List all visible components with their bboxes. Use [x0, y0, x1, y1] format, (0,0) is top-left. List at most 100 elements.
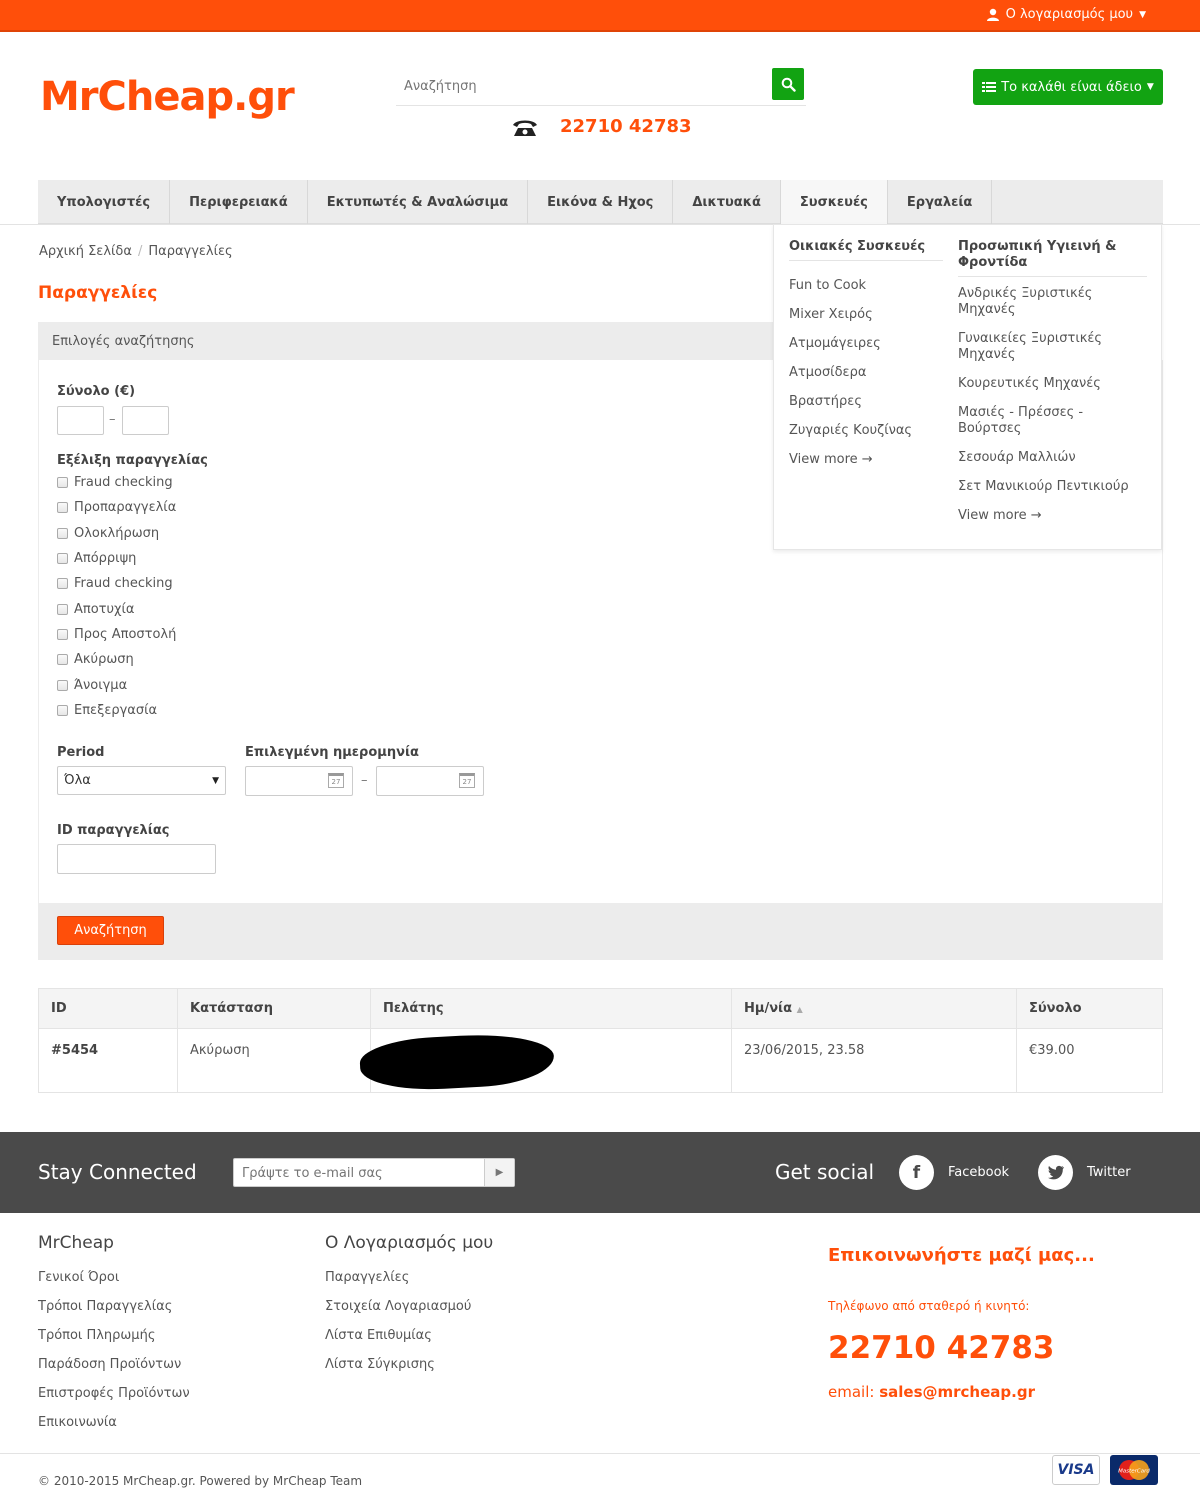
twitter-link[interactable]: Twitter — [1038, 1155, 1131, 1190]
column-header-date[interactable]: Ημ/νία ▲ — [731, 988, 1017, 1029]
checkbox[interactable] — [57, 705, 68, 716]
footer-link[interactable]: Στοιχεία Λογαριασμού — [325, 1299, 471, 1314]
search-options-header[interactable]: Επιλογές αναζήτησης — [38, 322, 774, 360]
table-header-row: ID Κατάσταση Πελάτης Ημ/νία ▲ Σύνολο — [38, 988, 1163, 1029]
footer-link[interactable]: Παράδοση Προϊόντων — [38, 1357, 181, 1372]
view-more-link[interactable]: View more → — [958, 508, 1147, 524]
column-header-total[interactable]: Σύνολο — [1016, 988, 1163, 1029]
column-header-id[interactable]: ID — [38, 988, 178, 1029]
nav-item-networking[interactable]: Δικτυακά — [673, 180, 781, 224]
table-row[interactable]: #5454 Ακύρωση 23/06/2015, 23.58 €39.00 — [38, 1028, 1163, 1093]
dropdown-heading[interactable]: Προσωπική Υγιεινή & Φροντίδα — [958, 239, 1147, 277]
dropdown-link[interactable]: Κουρευτικές Μηχανές — [958, 376, 1147, 392]
contact-email-link[interactable]: sales@mrcheap.gr — [879, 1383, 1035, 1401]
column-header-customer[interactable]: Πελάτης — [370, 988, 732, 1029]
dropdown-link[interactable]: Βραστήρες — [789, 394, 862, 410]
status-option-label: Fraud checking — [74, 475, 173, 490]
checkbox[interactable] — [57, 680, 68, 691]
dropdown-link[interactable]: Ζυγαριές Κουζίνας — [789, 423, 912, 439]
footer-link[interactable]: Επικοινωνία — [38, 1415, 117, 1430]
view-more-link[interactable]: View more → — [789, 452, 873, 468]
user-icon — [986, 8, 999, 21]
dropdown-link[interactable]: Σεσουάρ Μαλλιών — [958, 450, 1147, 466]
dropdown-link[interactable]: Ανδρικές Ξυριστικές Μηχανές — [958, 286, 1118, 318]
checkbox[interactable] — [57, 654, 68, 665]
stay-connected-title: Stay Connected — [38, 1160, 197, 1184]
total-max-input[interactable] — [122, 406, 169, 435]
dropdown-link[interactable]: Ατμοσίδερα — [789, 365, 866, 381]
dropdown-link[interactable]: Σετ Μανικιούρ Πεντικιούρ — [958, 479, 1147, 495]
account-menu[interactable]: Ο λογαριασμός μου ▼ — [986, 7, 1146, 22]
status-option[interactable]: Απόρριψη — [57, 551, 136, 566]
dropdown-heading[interactable]: Οικιακές Συσκευές — [789, 239, 943, 261]
nav-item-tools[interactable]: Εργαλεία — [888, 180, 993, 224]
footer-link[interactable]: Επιστροφές Προϊόντων — [38, 1386, 190, 1401]
order-id-cell[interactable]: #5454 — [38, 1028, 178, 1093]
status-option[interactable]: Ολοκλήρωση — [57, 526, 159, 541]
order-id-input[interactable] — [57, 844, 216, 874]
checkbox[interactable] — [57, 553, 68, 564]
dropdown-link[interactable]: Ατμομάγειρες — [789, 336, 881, 352]
search-submit-button[interactable]: Αναζήτηση — [57, 916, 164, 945]
breadcrumb-home[interactable]: Αρχική Σελίδα — [39, 244, 132, 259]
checkbox[interactable] — [57, 578, 68, 589]
total-min-input[interactable] — [57, 406, 104, 435]
dropdown-link[interactable]: Mixer Χειρός — [789, 307, 873, 323]
status-option-label: Προπαραγγελία — [74, 500, 177, 515]
page-title: Παραγγελίες — [38, 283, 158, 303]
nav-item-image-sound[interactable]: Εικόνα & Ηχος — [528, 180, 674, 224]
search-bar — [396, 68, 806, 106]
status-option[interactable]: Προπαραγγελία — [57, 500, 176, 515]
date-from-input[interactable]: 27 — [245, 766, 353, 796]
period-select[interactable]: Όλα ▼ — [57, 766, 226, 795]
order-status-label: Εξέλιξη παραγγελίας — [57, 453, 208, 468]
date-to-input[interactable]: 27 — [376, 766, 484, 796]
dropdown-link[interactable]: Μασιές - Πρέσσες - Βούρτσες — [958, 405, 1118, 437]
status-option[interactable]: Προς Αποστολή — [57, 627, 176, 642]
status-option[interactable]: Fraud checking — [57, 576, 173, 591]
breadcrumb-separator: / — [137, 244, 143, 259]
checkbox[interactable] — [57, 629, 68, 640]
nav-item-computers[interactable]: Υπολογιστές — [38, 180, 171, 224]
checkbox[interactable] — [57, 477, 68, 488]
date-separator: – — [361, 773, 368, 788]
newsletter-email-input[interactable] — [242, 1164, 482, 1182]
footer-link[interactable]: Γενικοί Όροι — [38, 1270, 119, 1285]
calendar-icon[interactable]: 27 — [459, 773, 475, 788]
search-input[interactable] — [404, 74, 764, 98]
nav-item-printers[interactable]: Εκτυπωτές & Αναλώσιμα — [308, 180, 529, 224]
site-logo[interactable]: MrCheap.gr — [40, 74, 295, 120]
nav-item-peripherals[interactable]: Περιφερειακά — [170, 180, 308, 224]
copyright: © 2010-2015 MrCheap.gr. Powered by MrChe… — [38, 1474, 363, 1488]
facebook-label: Facebook — [948, 1165, 1010, 1180]
checkbox[interactable] — [57, 502, 68, 513]
footer-link[interactable]: Λίστα Επιθυμίας — [325, 1328, 432, 1343]
status-option[interactable]: Fraud checking — [57, 475, 173, 490]
checkbox[interactable] — [57, 604, 68, 615]
newsletter-submit-button[interactable]: ▶ — [484, 1159, 514, 1186]
status-option[interactable]: Άνοιγμα — [57, 678, 127, 693]
contact-email: email: sales@mrcheap.gr — [828, 1383, 1035, 1401]
status-option[interactable]: Αποτυχία — [57, 602, 135, 617]
facebook-link[interactable]: f Facebook — [899, 1155, 1009, 1190]
calendar-icon[interactable]: 27 — [328, 773, 344, 788]
svg-text:MasterCard: MasterCard — [1118, 1469, 1150, 1475]
contact-subtitle: Τηλέφωνο από σταθερό ή κινητό: — [828, 1299, 1030, 1313]
cart-button[interactable]: Το καλάθι είναι άδειο ▼ — [973, 69, 1163, 105]
footer-link[interactable]: Λίστα Σύγκρισης — [325, 1357, 435, 1372]
footer-link[interactable]: Παραγγελίες — [325, 1270, 409, 1285]
telephone-icon — [513, 120, 537, 136]
footer-link[interactable]: Τρόποι Παραγγελίας — [38, 1299, 172, 1314]
play-arrow-icon: ▶ — [495, 1167, 504, 1178]
dropdown-link[interactable]: Fun to Cook — [789, 278, 866, 294]
checkbox[interactable] — [57, 528, 68, 539]
search-button[interactable] — [772, 68, 804, 100]
footer-link[interactable]: Τρόποι Πληρωμής — [38, 1328, 155, 1343]
column-header-status[interactable]: Κατάσταση — [177, 988, 371, 1029]
nav-item-appliances[interactable]: Συσκευές — [780, 180, 888, 224]
status-option[interactable]: Ακύρωση — [57, 652, 134, 667]
status-option[interactable]: Επεξεργασία — [57, 703, 157, 718]
status-option-label: Αποτυχία — [74, 602, 135, 617]
dropdown-link[interactable]: Γυναικείες Ξυριστικές Μηχανές — [958, 331, 1118, 363]
status-option-label: Ολοκλήρωση — [74, 526, 160, 541]
